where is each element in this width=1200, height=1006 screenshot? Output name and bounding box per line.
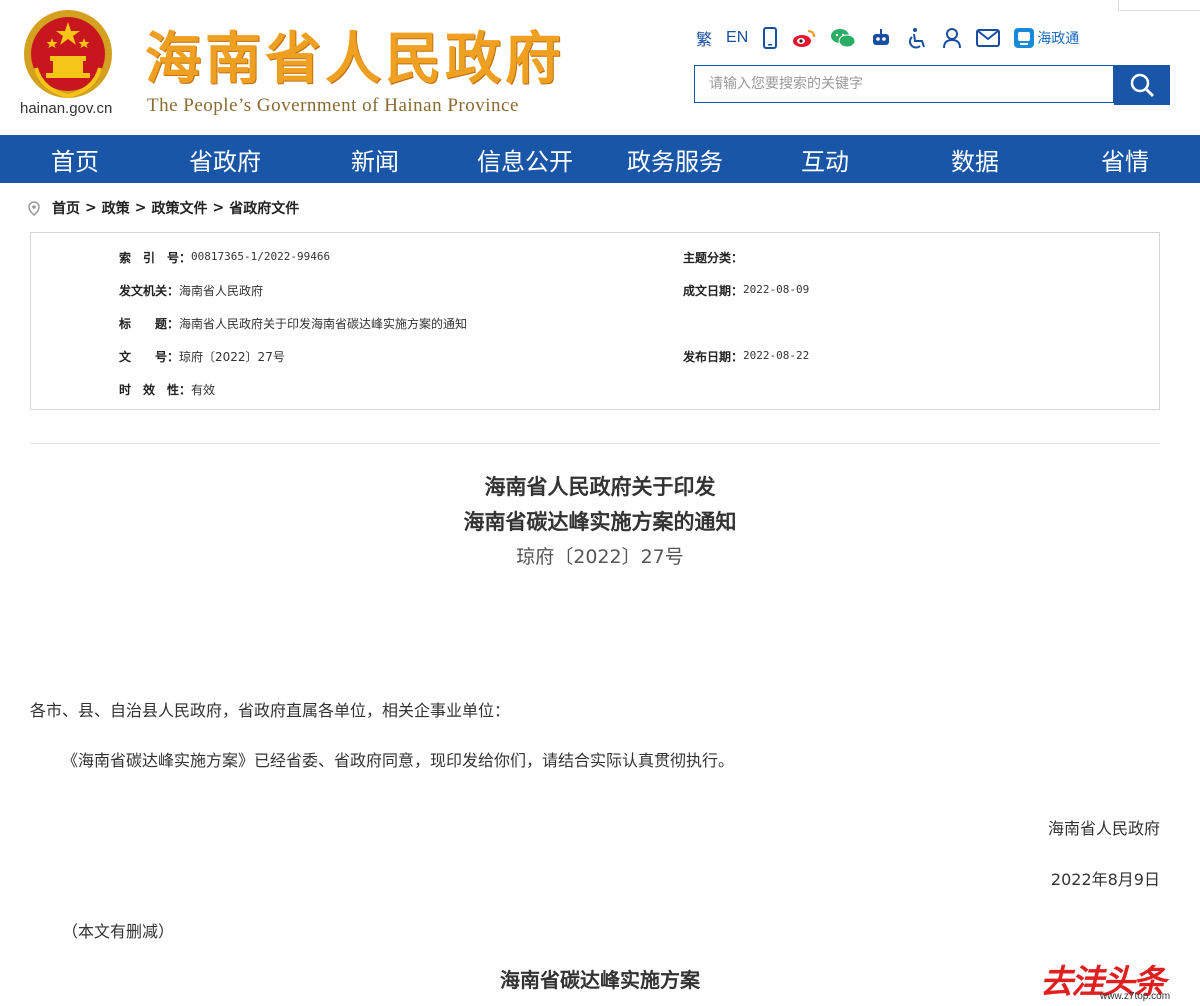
meta-validity: 时 效 性： 有效 <box>119 381 215 398</box>
meta-written-label: 成文日期： <box>683 284 744 298</box>
search-box <box>694 65 1114 103</box>
meta-published-label: 发布日期： <box>683 350 744 364</box>
document-number: 琼府〔2022〕27号 <box>516 546 684 568</box>
meta-index: 索 引 号： 00817365-1/2022-99466 <box>119 249 330 266</box>
meta-topic: 主题分类： <box>683 249 743 266</box>
haizhengtong-icon <box>1014 28 1035 48</box>
breadcrumb: 首页 > 政策 > 政策文件 > 省政府文件 <box>28 198 299 218</box>
meta-index-value: 00817365-1/2022-99466 <box>191 250 331 263</box>
breadcrumb-provincial-documents[interactable]: 省政府文件 <box>229 198 299 218</box>
next-section-heading: 海南省碳达峰实施方案 <box>500 968 700 992</box>
meta-published-date: 发布日期： 2022-08-22 <box>683 348 809 365</box>
document-signature: 海南省人民政府 <box>1047 819 1160 838</box>
nav-item-services[interactable]: 政务服务 <box>600 135 750 183</box>
breadcrumb-policy-documents[interactable]: 政策文件 <box>151 198 207 218</box>
nav-item-government[interactable]: 省政府 <box>150 135 300 183</box>
document-title-line1: 海南省人民政府关于印发 <box>484 475 716 499</box>
nav-item-data[interactable]: 数据 <box>900 135 1050 183</box>
meta-doc-number: 文 号： 琼府〔2022〕27号 <box>119 348 285 365</box>
meta-issuer-label: 发文机关： <box>119 284 180 298</box>
document-metadata-box: 索 引 号： 00817365-1/2022-99466 主题分类： 发文机关：… <box>30 232 1160 410</box>
document-note: （本文有删减） <box>62 922 175 941</box>
document-date: 2022年8月9日 <box>1050 870 1160 889</box>
search-icon <box>1130 73 1155 98</box>
document-body: 《海南省碳达峰实施方案》已经省委、省政府同意，现印发给你们，请结合实际认真贯彻执… <box>62 751 735 770</box>
meta-issuer-value: 海南省人民政府 <box>179 284 264 298</box>
breadcrumb-home[interactable]: 首页 <box>52 198 80 218</box>
breadcrumb-separator: > <box>85 200 97 216</box>
robot-icon[interactable] <box>870 28 892 48</box>
mail-icon[interactable] <box>976 29 1001 47</box>
nav-item-interaction[interactable]: 互动 <box>750 135 900 183</box>
site-subtitle: The People’s Government of Hainan Provin… <box>147 95 519 116</box>
search-input[interactable] <box>695 66 1113 102</box>
document-salutation: 各市、县、自治县人民政府，省政府直属各单位，相关企事业单位： <box>30 701 511 720</box>
nav-item-province-info[interactable]: 省情 <box>1050 135 1200 183</box>
watermark-logo: 去洼头条 www.z7top.com <box>1040 955 1190 1005</box>
meta-title-value: 海南省人民政府关于印发海南省碳达峰实施方案的通知 <box>179 317 468 331</box>
meta-docno-label: 文 号： <box>119 350 180 364</box>
breadcrumb-separator: > <box>212 200 225 216</box>
site-domain: hainan.gov.cn <box>20 100 113 117</box>
nav-item-news[interactable]: 新闻 <box>300 135 450 183</box>
meta-issuer: 发文机关： 海南省人民政府 <box>119 282 263 299</box>
watermark-url: www.z7top.com <box>1100 991 1171 1002</box>
meta-validity-label: 时 效 性： <box>119 383 192 397</box>
corner-box <box>1118 0 1200 11</box>
english-link[interactable]: EN <box>726 29 748 47</box>
haizhengtong-label: 海政通 <box>1037 31 1080 47</box>
meta-published-value: 2022-08-22 <box>743 349 810 362</box>
content-divider <box>30 443 1160 444</box>
accessibility-icon[interactable] <box>906 27 928 49</box>
haizhengtong-link[interactable]: 海政通 <box>1014 28 1079 48</box>
site-title[interactable]: 海南省人民政府 <box>145 14 565 95</box>
meta-docno-value: 琼府〔2022〕27号 <box>179 350 285 364</box>
document-title-line2: 海南省碳达峰实施方案的通知 <box>463 510 737 534</box>
meta-written-date: 成文日期： 2022-08-09 <box>683 282 809 299</box>
breadcrumb-separator: > <box>134 200 147 216</box>
meta-written-value: 2022-08-09 <box>743 283 810 296</box>
meta-validity-value: 有效 <box>191 383 216 397</box>
mobile-icon[interactable] <box>762 27 778 49</box>
location-pin-icon <box>28 200 40 216</box>
wechat-icon[interactable] <box>830 28 856 48</box>
meta-title: 标 题： 海南省人民政府关于印发海南省碳达峰实施方案的通知 <box>119 315 467 332</box>
nav-item-home[interactable]: 首页 <box>0 135 150 183</box>
meta-topic-label: 主题分类： <box>683 251 744 265</box>
nav-item-info-disclosure[interactable]: 信息公开 <box>450 135 600 183</box>
meta-index-label: 索 引 号： <box>119 251 192 265</box>
national-emblem-logo <box>24 10 112 99</box>
weibo-icon[interactable] <box>792 28 816 48</box>
user-icon[interactable] <box>942 27 962 49</box>
meta-title-label: 标 题： <box>119 317 180 331</box>
main-nav: 首页 省政府 新闻 信息公开 政务服务 互动 数据 省情 <box>0 135 1200 183</box>
site-header: hainan.gov.cn 海南省人民政府 The People’s Gover… <box>0 0 1200 135</box>
breadcrumb-policy[interactable]: 政策 <box>102 198 130 218</box>
top-toolbar: 繁 EN 海政通 <box>696 26 1079 50</box>
search-button[interactable] <box>1114 65 1170 105</box>
traditional-chinese-link[interactable]: 繁 <box>696 26 712 50</box>
